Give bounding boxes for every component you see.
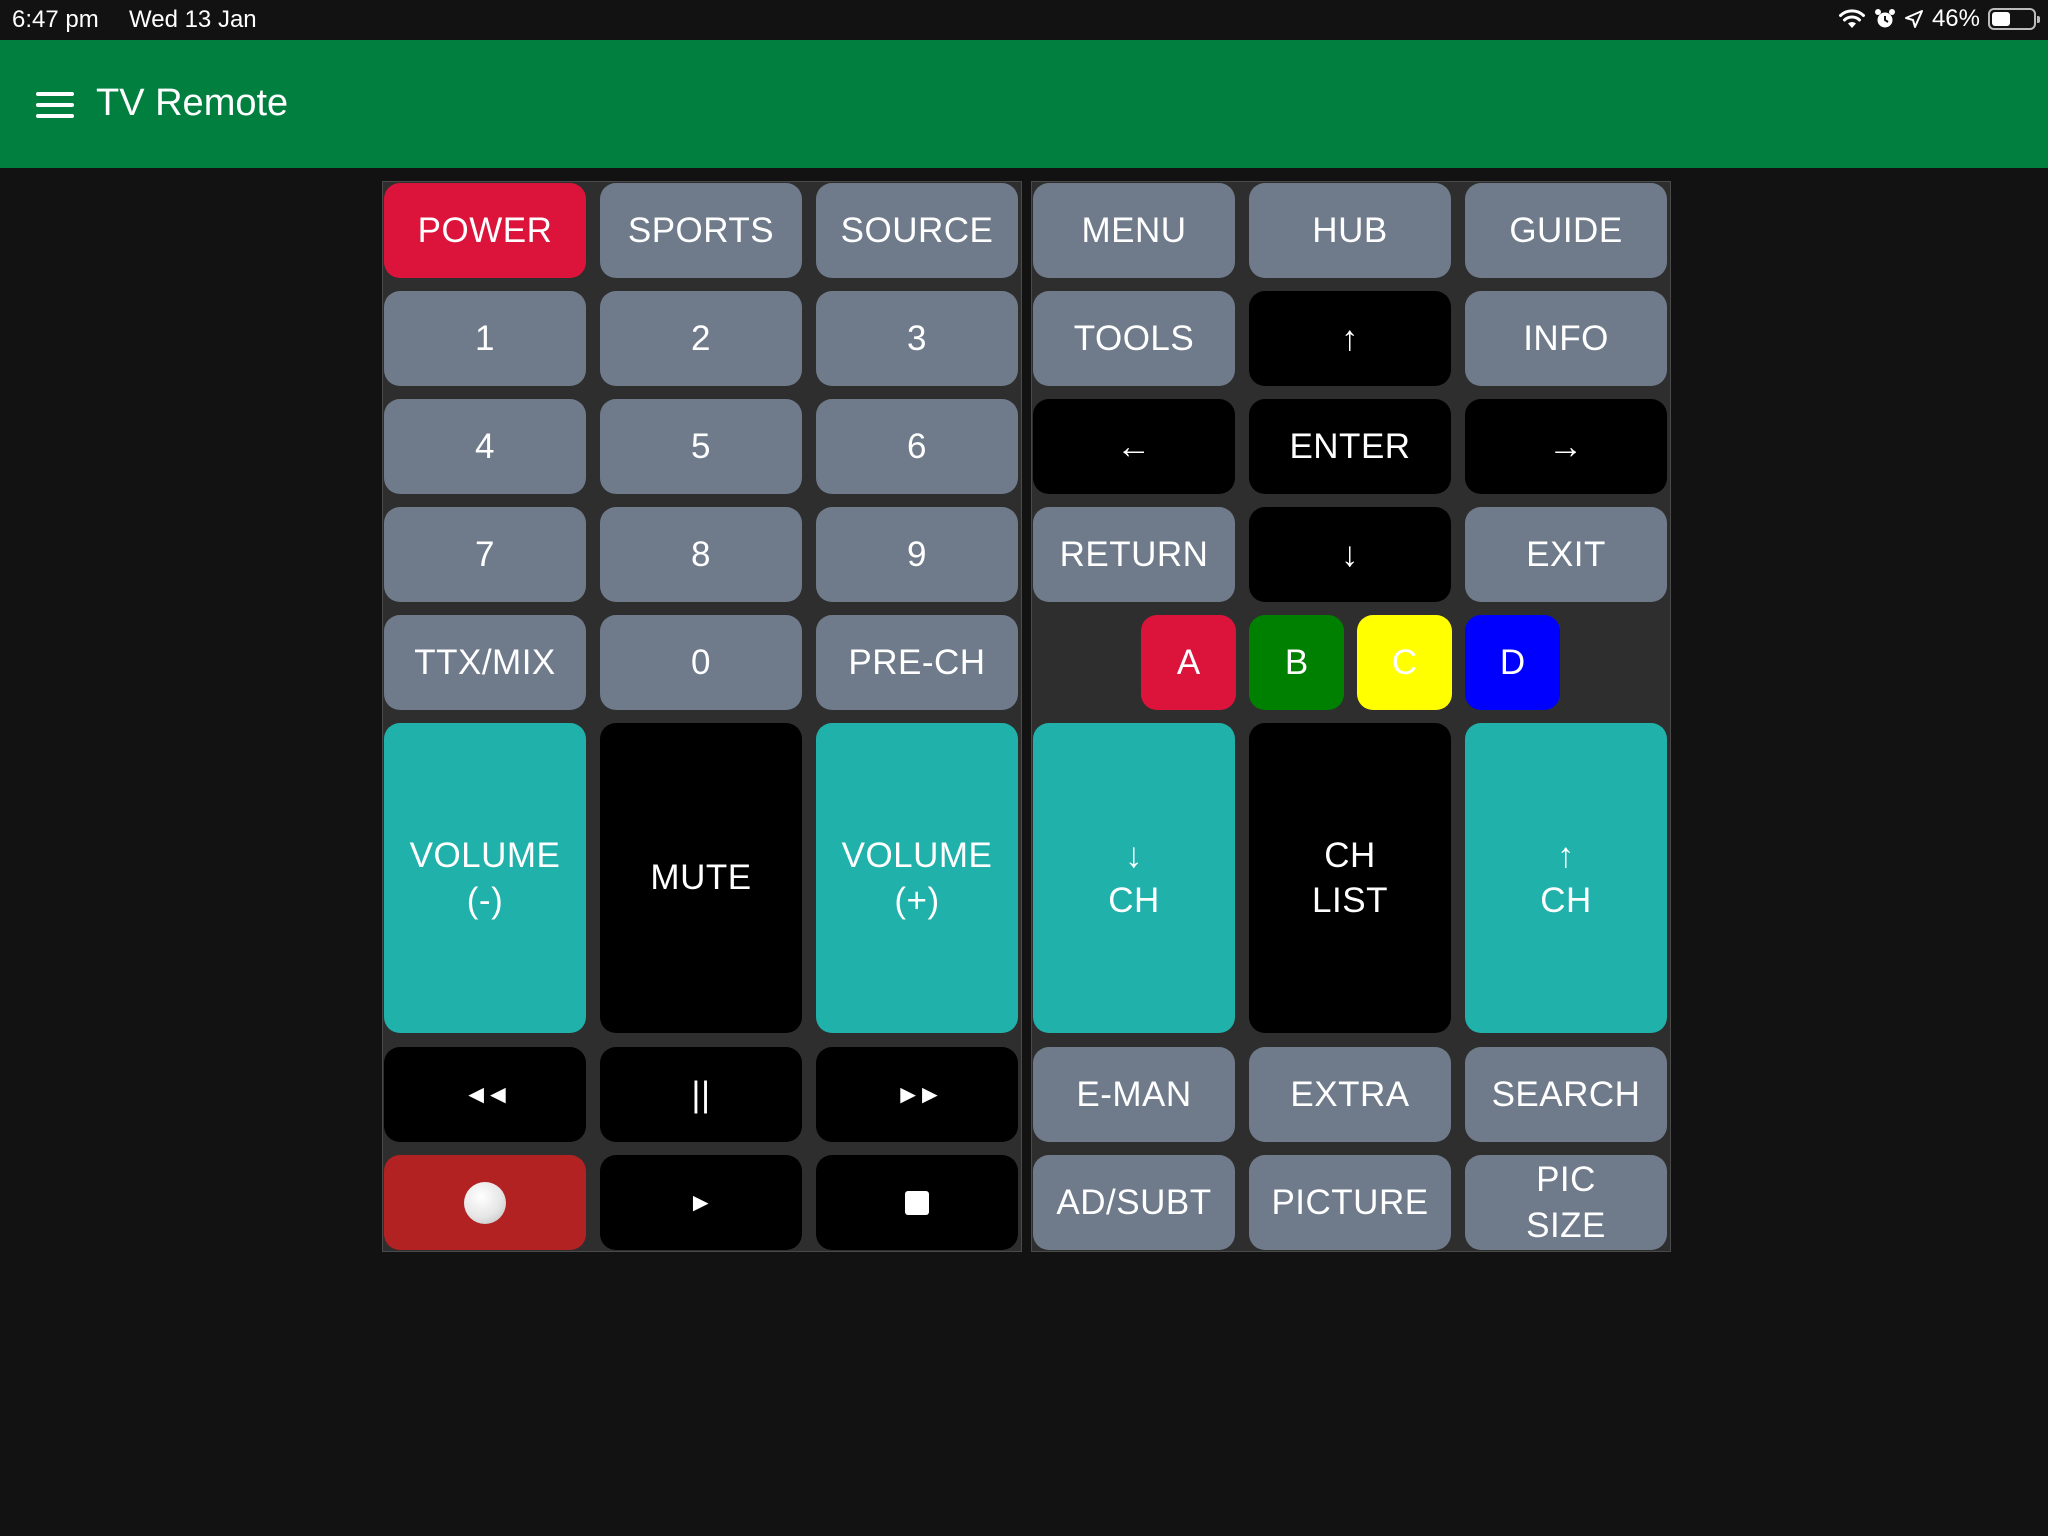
- mute-button[interactable]: MUTE: [600, 723, 802, 1033]
- info-button[interactable]: INFO: [1465, 291, 1667, 386]
- up-arrow-button[interactable]: ↑: [1249, 291, 1451, 386]
- number-8-button[interactable]: 8: [600, 507, 802, 602]
- number-3-button[interactable]: 3: [816, 291, 1018, 386]
- status-icons: 46%: [1838, 5, 2040, 33]
- battery-icon: [1988, 8, 2040, 30]
- number-5-button[interactable]: 5: [600, 399, 802, 494]
- number-1-button[interactable]: 1: [384, 291, 586, 386]
- exit-button[interactable]: EXIT: [1465, 507, 1667, 602]
- number-7-button[interactable]: 7: [384, 507, 586, 602]
- enter-button[interactable]: ENTER: [1249, 399, 1451, 494]
- volume-up-button[interactable]: VOLUME (+): [816, 723, 1018, 1033]
- status-date: Wed 13 Jan: [129, 6, 257, 33]
- pre-ch-button[interactable]: PRE-CH: [816, 615, 1018, 710]
- return-button[interactable]: RETURN: [1033, 507, 1235, 602]
- menu-button[interactable]: MENU: [1033, 183, 1235, 278]
- right-arrow-button[interactable]: →: [1465, 399, 1667, 494]
- wifi-icon: [1838, 8, 1866, 30]
- pause-button[interactable]: ||: [600, 1047, 802, 1142]
- color-d-button[interactable]: D: [1465, 615, 1560, 710]
- hub-button[interactable]: HUB: [1249, 183, 1451, 278]
- play-button[interactable]: ►: [600, 1155, 802, 1250]
- ttx-mix-button[interactable]: TTX/MIX: [384, 615, 586, 710]
- battery-level: [1992, 12, 2011, 26]
- fast-forward-button[interactable]: ►►: [816, 1047, 1018, 1142]
- volume-down-button[interactable]: VOLUME (-): [384, 723, 586, 1033]
- guide-button[interactable]: GUIDE: [1465, 183, 1667, 278]
- number-0-button[interactable]: 0: [600, 615, 802, 710]
- left-remote-panel: POWER SPORTS SOURCE 1 2 3 4 5 6 7 8 9 TT…: [382, 181, 1022, 1252]
- channel-list-button[interactable]: CH LIST: [1249, 723, 1451, 1033]
- pic-size-button[interactable]: PIC SIZE: [1465, 1155, 1667, 1250]
- sports-button[interactable]: SPORTS: [600, 183, 802, 278]
- app-bar: TV Remote: [0, 40, 2048, 168]
- record-button[interactable]: [384, 1155, 586, 1250]
- record-icon: [464, 1181, 506, 1224]
- down-arrow-button[interactable]: ↓: [1249, 507, 1451, 602]
- channel-up-button[interactable]: ↑ CH: [1465, 723, 1667, 1033]
- alarm-icon: [1874, 8, 1896, 30]
- hamburger-menu-icon[interactable]: [36, 92, 76, 118]
- color-c-button[interactable]: C: [1357, 615, 1452, 710]
- color-b-button[interactable]: B: [1249, 615, 1344, 710]
- location-icon: [1904, 9, 1924, 29]
- stop-button[interactable]: [816, 1155, 1018, 1250]
- app-title: TV Remote: [96, 82, 289, 124]
- ad-subt-button[interactable]: AD/SUBT: [1033, 1155, 1235, 1250]
- extra-button[interactable]: EXTRA: [1249, 1047, 1451, 1142]
- status-bar: 6:47 pm Wed 13 Jan 46%: [0, 0, 2048, 40]
- battery-percent: 46%: [1931, 5, 1980, 32]
- search-button[interactable]: SEARCH: [1465, 1047, 1667, 1142]
- number-6-button[interactable]: 6: [816, 399, 1018, 494]
- source-button[interactable]: SOURCE: [816, 183, 1018, 278]
- number-2-button[interactable]: 2: [600, 291, 802, 386]
- left-arrow-button[interactable]: ←: [1033, 399, 1235, 494]
- rewind-button[interactable]: ◄◄: [384, 1047, 586, 1142]
- e-man-button[interactable]: E-MAN: [1033, 1047, 1235, 1142]
- picture-button[interactable]: PICTURE: [1249, 1155, 1451, 1250]
- channel-down-button[interactable]: ↓ CH: [1033, 723, 1235, 1033]
- number-4-button[interactable]: 4: [384, 399, 586, 494]
- number-9-button[interactable]: 9: [816, 507, 1018, 602]
- tools-button[interactable]: TOOLS: [1033, 291, 1235, 386]
- power-button[interactable]: POWER: [384, 183, 586, 278]
- stop-icon: [905, 1190, 929, 1215]
- color-a-button[interactable]: A: [1141, 615, 1236, 710]
- right-remote-panel: MENU HUB GUIDE TOOLS ↑ INFO ← ENTER → RE…: [1031, 181, 1671, 1252]
- status-time: 6:47 pm: [12, 6, 99, 33]
